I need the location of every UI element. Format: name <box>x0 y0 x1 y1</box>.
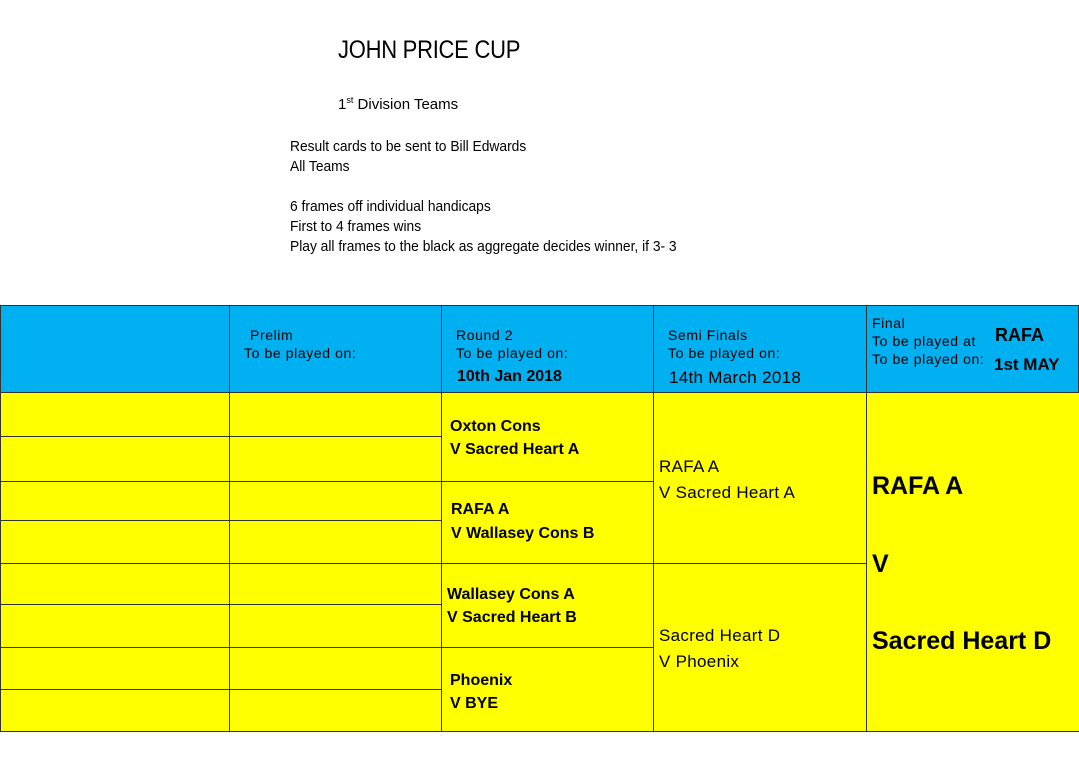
blank-row <box>0 436 230 482</box>
round2-match-1-home: Oxton Cons <box>450 418 541 435</box>
round2-match-2-home: RAFA A <box>451 501 510 518</box>
prelim-row <box>229 520 442 564</box>
prelim-row <box>229 392 442 437</box>
semis-date: 14th March 2018 <box>669 368 802 387</box>
round2-match-2-away: V Wallasey Cons B <box>451 525 595 542</box>
prelim-label: Prelim <box>250 327 294 343</box>
header-semis: Semi Finals To be played on: 14th March … <box>653 305 867 393</box>
blank-row <box>0 392 230 437</box>
round2-match-3: Wallasey Cons A V Sacred Heart B <box>441 563 654 648</box>
semis-played-on: To be played on: <box>668 345 781 361</box>
final-date: 1st MAY <box>994 355 1060 374</box>
division-text: Division Teams <box>353 96 459 113</box>
final-played-on: To be played on: <box>872 351 985 367</box>
round2-match-3-home: Wallasey Cons A <box>447 586 575 603</box>
division-subtitle: 1st Division Teams <box>338 95 458 113</box>
round2-match-4-home: Phoenix <box>450 672 513 689</box>
prelim-row <box>229 563 442 605</box>
prelim-row <box>229 689 442 732</box>
prelim-row <box>229 436 442 482</box>
final-venue: RAFA <box>995 325 1044 345</box>
prelim-row <box>229 604 442 648</box>
blank-row <box>0 520 230 564</box>
note-first-to-four: First to 4 frames wins <box>290 218 422 235</box>
page-title: JOHN PRICE CUP <box>338 36 521 64</box>
round2-match-3-away: V Sacred Heart B <box>447 609 577 626</box>
note-frames: 6 frames off individual handicaps <box>290 198 491 215</box>
semi-match-1-home: RAFA A <box>659 457 720 476</box>
header-round2: Round 2 To be played on: 10th Jan 2018 <box>441 305 654 393</box>
final-home: RAFA A <box>872 472 964 500</box>
blank-row <box>0 604 230 648</box>
semis-label: Semi Finals <box>668 327 748 343</box>
round2-played-on: To be played on: <box>456 345 569 361</box>
semi-match-1-away: V Sacred Heart A <box>659 483 796 502</box>
note-all-teams: All Teams <box>290 158 350 175</box>
blank-row <box>0 689 230 732</box>
prelim-row <box>229 647 442 690</box>
cup-bracket: Prelim To be played on: Round 2 To be pl… <box>0 305 1079 732</box>
blank-row <box>0 563 230 605</box>
prelim-row <box>229 481 442 521</box>
round2-match-1: Oxton Cons V Sacred Heart A <box>441 392 654 482</box>
round2-match-1-away: V Sacred Heart A <box>450 441 580 458</box>
round2-match-4-away: V BYE <box>450 695 499 712</box>
round2-date: 10th Jan 2018 <box>457 368 562 385</box>
prelim-played-on: To be played on: <box>244 345 357 361</box>
final-away: Sacred Heart D <box>872 627 1052 655</box>
header-final: Final To be played at RAFA To be played … <box>866 305 1079 393</box>
semi-match-2-home: Sacred Heart D <box>659 626 781 645</box>
blank-row <box>0 647 230 690</box>
final-vs: V <box>872 550 889 578</box>
final-match: RAFA A V Sacred Heart D <box>866 392 1079 732</box>
note-result-cards: Result cards to be sent to Bill Edwards <box>290 138 527 155</box>
round2-match-4: Phoenix V BYE <box>441 647 654 732</box>
header-prelim: Prelim To be played on: <box>229 305 442 393</box>
round2-match-2: RAFA A V Wallasey Cons B <box>441 481 654 564</box>
final-played-at: To be played at <box>872 333 976 349</box>
note-aggregate: Play all frames to the black as aggregat… <box>290 238 677 255</box>
round2-label: Round 2 <box>456 327 514 343</box>
semi-match-2: Sacred Heart D V Phoenix <box>653 563 867 732</box>
semi-match-2-away: V Phoenix <box>659 652 740 671</box>
final-label: Final <box>872 315 906 331</box>
blank-row <box>0 481 230 521</box>
semi-match-1: RAFA A V Sacred Heart A <box>653 392 867 564</box>
header-blank <box>0 305 230 393</box>
